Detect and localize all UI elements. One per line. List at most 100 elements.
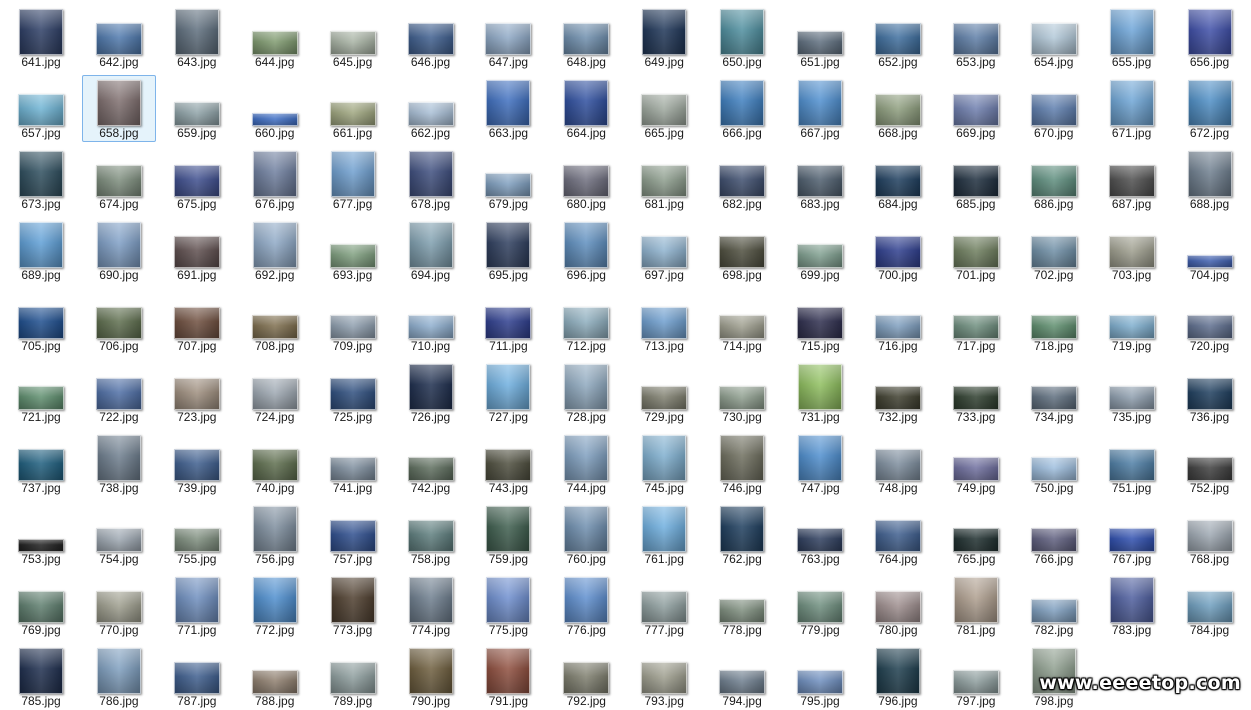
file-item[interactable]: 773.jpg [316,572,390,639]
file-item[interactable]: 663.jpg [471,75,545,142]
file-item[interactable]: 654.jpg [1017,4,1091,71]
file-item[interactable]: 705.jpg [4,288,78,355]
file-item[interactable]: 677.jpg [316,146,390,213]
file-item[interactable]: 680.jpg [549,146,623,213]
file-item[interactable]: 641.jpg [4,4,78,71]
file-item[interactable]: 762.jpg [705,501,779,568]
file-item[interactable]: 775.jpg [471,572,545,639]
file-item[interactable]: 717.jpg [939,288,1013,355]
file-item[interactable]: 691.jpg [160,217,234,284]
file-item[interactable]: 650.jpg [705,4,779,71]
file-item[interactable]: 701.jpg [939,217,1013,284]
file-item[interactable]: 734.jpg [1017,359,1091,426]
file-item[interactable]: 747.jpg [783,430,857,497]
file-item[interactable]: 716.jpg [861,288,935,355]
file-item[interactable]: 740.jpg [238,430,312,497]
file-item[interactable]: 767.jpg [1095,501,1169,568]
file-item[interactable]: 795.jpg [783,643,857,710]
file-item[interactable]: 782.jpg [1017,572,1091,639]
file-item[interactable]: 687.jpg [1095,146,1169,213]
file-item[interactable]: 660.jpg [238,75,312,142]
file-item[interactable]: 646.jpg [394,4,468,71]
file-item[interactable]: 790.jpg [394,643,468,710]
file-item[interactable]: 648.jpg [549,4,623,71]
file-item[interactable]: 702.jpg [1017,217,1091,284]
file-item[interactable]: 727.jpg [471,359,545,426]
file-item[interactable]: 675.jpg [160,146,234,213]
file-item[interactable]: 666.jpg [705,75,779,142]
file-item[interactable]: 771.jpg [160,572,234,639]
file-item[interactable]: 690.jpg [82,217,156,284]
file-item[interactable]: 776.jpg [549,572,623,639]
file-item[interactable]: 714.jpg [705,288,779,355]
file-item[interactable]: 709.jpg [316,288,390,355]
file-item[interactable]: 794.jpg [705,643,779,710]
file-item[interactable]: 655.jpg [1095,4,1169,71]
file-item[interactable]: 796.jpg [861,643,935,710]
file-item[interactable]: 685.jpg [939,146,1013,213]
file-item[interactable]: 780.jpg [861,572,935,639]
file-item[interactable]: 783.jpg [1095,572,1169,639]
file-item[interactable]: 697.jpg [627,217,701,284]
file-item[interactable]: 678.jpg [394,146,468,213]
file-item[interactable]: 797.jpg [939,643,1013,710]
file-item[interactable]: 779.jpg [783,572,857,639]
file-item[interactable]: 642.jpg [82,4,156,71]
file-item[interactable]: 789.jpg [316,643,390,710]
file-item[interactable]: 737.jpg [4,430,78,497]
file-item[interactable]: 718.jpg [1017,288,1091,355]
file-item[interactable]: 751.jpg [1095,430,1169,497]
file-item[interactable]: 749.jpg [939,430,1013,497]
file-item[interactable]: 725.jpg [316,359,390,426]
file-item[interactable]: 781.jpg [939,572,1013,639]
file-item[interactable]: 658.jpg [81,75,156,142]
file-item[interactable]: 723.jpg [160,359,234,426]
file-item[interactable]: 777.jpg [627,572,701,639]
file-item[interactable]: 755.jpg [160,501,234,568]
file-item[interactable]: 667.jpg [783,75,857,142]
file-item[interactable]: 700.jpg [861,217,935,284]
file-item[interactable]: 787.jpg [160,643,234,710]
file-item[interactable]: 721.jpg [4,359,78,426]
file-item[interactable]: 786.jpg [82,643,156,710]
file-item[interactable]: 791.jpg [471,643,545,710]
file-item[interactable]: 668.jpg [861,75,935,142]
file-item[interactable]: 703.jpg [1095,217,1169,284]
file-item[interactable]: 670.jpg [1017,75,1091,142]
file-item[interactable]: 742.jpg [394,430,468,497]
file-item[interactable]: 758.jpg [394,501,468,568]
file-item[interactable]: 712.jpg [549,288,623,355]
file-item[interactable]: 657.jpg [4,75,78,142]
file-item[interactable]: 682.jpg [705,146,779,213]
file-item[interactable]: 651.jpg [783,4,857,71]
file-item[interactable]: 665.jpg [627,75,701,142]
file-item[interactable]: 759.jpg [471,501,545,568]
file-item[interactable]: 733.jpg [939,359,1013,426]
file-item[interactable]: 735.jpg [1095,359,1169,426]
file-item[interactable]: 671.jpg [1095,75,1169,142]
file-item[interactable]: 765.jpg [939,501,1013,568]
file-item[interactable]: 757.jpg [316,501,390,568]
file-item[interactable]: 744.jpg [549,430,623,497]
file-item[interactable]: 785.jpg [4,643,78,710]
file-item[interactable]: 729.jpg [627,359,701,426]
file-item[interactable]: 719.jpg [1095,288,1169,355]
file-item[interactable]: 784.jpg [1173,572,1247,639]
file-item[interactable]: 756.jpg [238,501,312,568]
file-item[interactable]: 698.jpg [705,217,779,284]
file-item[interactable]: 760.jpg [549,501,623,568]
file-item[interactable]: 692.jpg [238,217,312,284]
file-item[interactable]: 662.jpg [394,75,468,142]
file-item[interactable]: 763.jpg [783,501,857,568]
file-item[interactable]: 730.jpg [705,359,779,426]
file-item[interactable]: 681.jpg [627,146,701,213]
file-item[interactable]: 792.jpg [549,643,623,710]
file-item[interactable]: 774.jpg [394,572,468,639]
file-item[interactable]: 726.jpg [394,359,468,426]
file-item[interactable]: 684.jpg [861,146,935,213]
file-item[interactable]: 676.jpg [238,146,312,213]
file-item[interactable]: 711.jpg [471,288,545,355]
file-item[interactable]: 732.jpg [861,359,935,426]
file-item[interactable]: 724.jpg [238,359,312,426]
file-item[interactable]: 694.jpg [394,217,468,284]
